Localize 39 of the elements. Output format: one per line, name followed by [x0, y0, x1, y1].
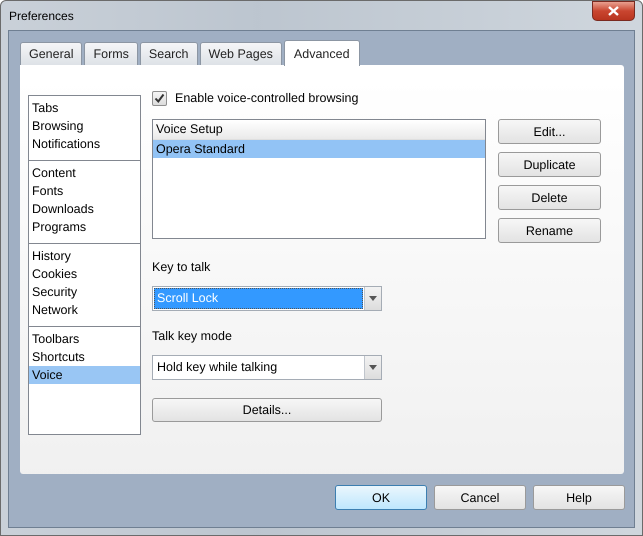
field-label: Key to talk	[152, 260, 212, 276]
window-title: Preferences	[9, 8, 74, 22]
category-item[interactable]: Security	[29, 283, 140, 301]
category-item[interactable]: Cookies	[29, 265, 140, 283]
category-item[interactable]: Downloads	[29, 200, 140, 218]
category-item[interactable]: Tabs	[29, 99, 140, 117]
setup-button[interactable]: Edit...	[498, 119, 601, 144]
category-item[interactable]: History	[29, 247, 140, 265]
tab[interactable]: Search	[140, 42, 198, 65]
setup-button[interactable]: Delete	[498, 185, 601, 210]
dropdown[interactable]: Hold key while talking	[152, 355, 382, 380]
list-row[interactable]: Opera Standard	[153, 140, 485, 158]
setup-button[interactable]: Rename	[498, 218, 601, 243]
category-item[interactable]: Notifications	[29, 135, 140, 153]
setup-button[interactable]: Duplicate	[498, 152, 601, 177]
category-item[interactable]: Content	[29, 164, 140, 182]
checkbox[interactable]	[152, 90, 167, 106]
dropdown-arrow-icon	[369, 296, 377, 301]
dropdown-arrow-icon	[369, 365, 377, 370]
category-item[interactable]: Browsing	[29, 117, 140, 135]
dialog-button[interactable]: OK	[335, 485, 427, 510]
category-item[interactable]: Voice	[29, 366, 140, 384]
details-button[interactable]: Details...	[152, 398, 382, 422]
category-item[interactable]: Programs	[29, 218, 140, 236]
tab[interactable]: General	[20, 42, 82, 65]
category-item[interactable]: Network	[29, 301, 140, 319]
category-item[interactable]: Shortcuts	[29, 348, 140, 366]
column-header[interactable]: Voice Setup	[153, 120, 485, 140]
category-item[interactable]: Fonts	[29, 182, 140, 200]
close-button[interactable]	[592, 1, 635, 21]
category-item[interactable]: Toolbars	[29, 330, 140, 348]
close-icon	[608, 6, 619, 16]
checkbox-label: Enable voice-controlled browsing	[175, 91, 358, 105]
tab[interactable]: Advanced	[284, 40, 360, 66]
dialog-button[interactable]: Help	[533, 485, 625, 510]
field-label: Talk key mode	[152, 329, 233, 345]
tab[interactable]: Forms	[84, 42, 138, 65]
tab[interactable]: Web Pages	[200, 42, 282, 65]
dialog-button[interactable]: Cancel	[434, 485, 526, 510]
